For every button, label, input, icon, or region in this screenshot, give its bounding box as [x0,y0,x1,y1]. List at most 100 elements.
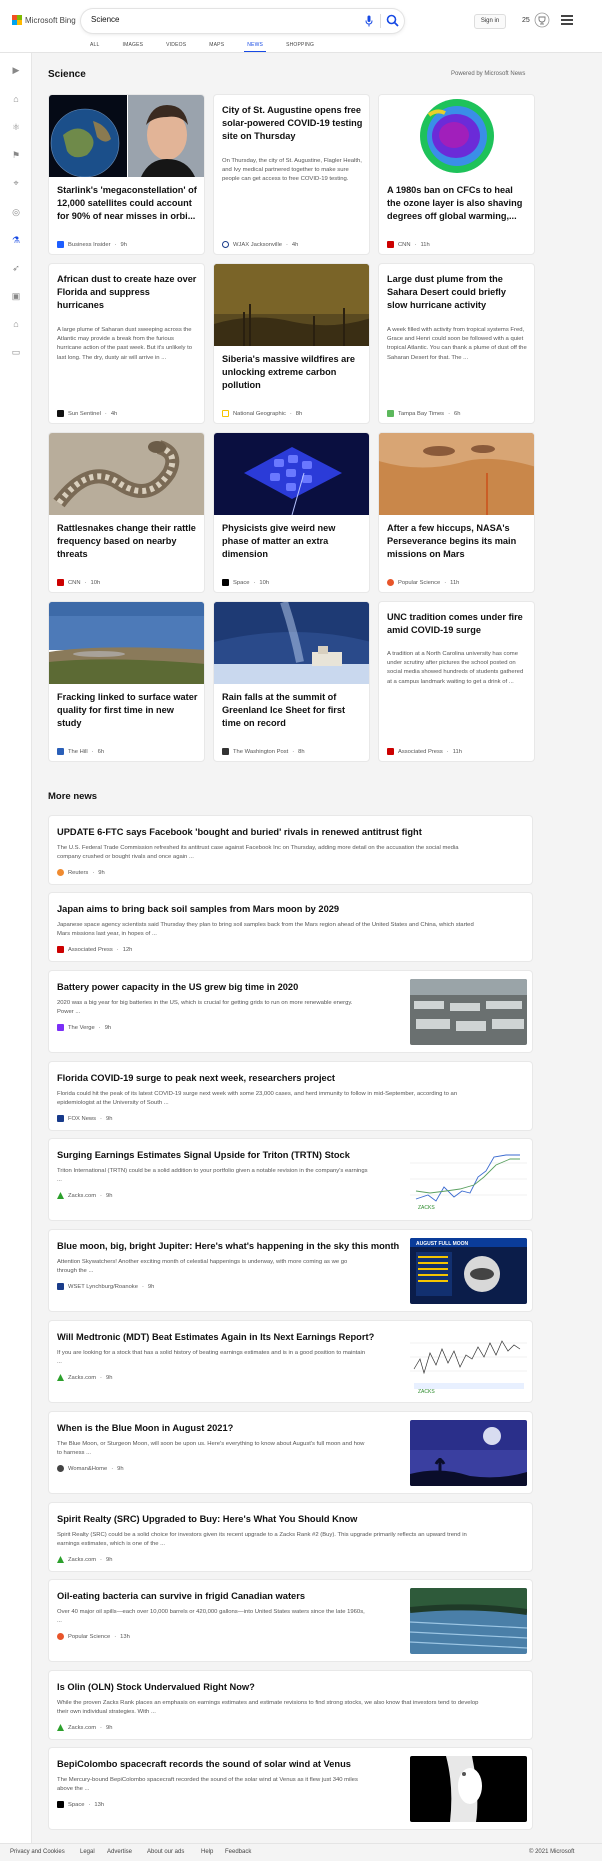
card-title[interactable]: Starlink's 'megaconstellation' of 12,000… [57,184,198,224]
tampa-bay-times-icon [387,410,394,417]
card-title[interactable]: Rattlesnakes change their rattle frequen… [57,522,198,562]
ozone-map-image [379,95,534,177]
national-geographic-icon [222,410,229,417]
news-card[interactable]: Physicists give weird new phase of matte… [213,432,370,593]
card-title[interactable]: A 1980s ban on CFCs to heal the ozone la… [387,184,528,224]
microscope-icon[interactable]: ⚗ [9,233,23,247]
item-title[interactable]: Will Medtronic (MDT) Beat Estimates Agai… [57,1331,374,1343]
card-title[interactable]: Large dust plume from the Sahara Desert … [387,273,528,313]
more-news-item[interactable]: Surging Earnings Estimates Signal Upside… [48,1138,533,1221]
tab-maps[interactable]: MAPS [209,42,224,52]
source-name: Tampa Bay Times [398,410,445,417]
card-title[interactable]: Rain falls at the summit of Greenland Ic… [222,691,363,731]
item-source: FOX News · 9h [57,1115,112,1122]
rocket-icon[interactable]: ➶ [9,261,23,275]
item-title[interactable]: BepiColombo spacecraft records the sound… [57,1758,351,1770]
location-pin-icon[interactable]: ⌖ [9,176,23,190]
home-icon[interactable]: ⌂ [9,92,23,106]
search-icon[interactable] [386,14,399,27]
search-box[interactable]: Science [81,9,404,33]
more-news-item[interactable]: Florida COVID-19 surge to peak next week… [48,1061,533,1131]
footer-link-legal[interactable]: Legal [80,1849,95,1855]
source-time: 11h [450,579,460,586]
tab-shopping[interactable]: SHOPPING [286,42,314,52]
rewards-trophy-icon[interactable] [534,12,550,28]
zacks-watermark: ZACKS [418,1389,435,1395]
card-title[interactable]: UNC tradition comes under fire amid COVI… [387,611,528,637]
science-atom-icon[interactable]: ⚛ [9,120,23,134]
item-title[interactable]: UPDATE 6-FTC says Facebook 'bought and b… [57,826,422,838]
card-title[interactable]: Fracking linked to surface water quality… [57,691,198,731]
item-title[interactable]: Spirit Realty (SRC) Upgraded to Buy: Her… [57,1513,357,1525]
news-card[interactable]: Rattlesnakes change their rattle frequen… [48,432,205,593]
source-name: CNN [398,241,411,248]
more-news-item[interactable]: When is the Blue Moon in August 2021? Th… [48,1411,533,1494]
tab-news[interactable]: NEWS [244,42,266,53]
item-title[interactable]: Battery power capacity in the US grew bi… [57,981,298,993]
news-card[interactable]: A 1980s ban on CFCs to heal the ozone la… [378,94,535,255]
tab-images[interactable]: IMAGES [123,42,144,52]
news-card[interactable]: Fracking linked to surface water quality… [48,601,205,762]
zacks-watermark: ZACKS [418,1205,435,1211]
card-icon[interactable]: ▭ [9,345,23,359]
news-card[interactable]: After a few hiccups, NASA's Perseverance… [378,432,535,593]
news-card[interactable]: Siberia's massive wildfires are unlockin… [213,263,370,424]
full-moon-graphic-thumbnail: AUGUST FULL MOON [410,1238,527,1304]
card-snippet: A week filled with activity from tropica… [387,327,527,361]
news-card[interactable]: African dust to create haze over Florida… [48,263,205,424]
more-news-item[interactable]: UPDATE 6-FTC says Facebook 'bought and b… [48,815,533,885]
footer-link-privacy[interactable]: Privacy and Cookies [10,1849,65,1855]
more-news-item[interactable]: Japan aims to bring back soil samples fr… [48,892,533,962]
card-title[interactable]: City of St. Augustine opens free solar-p… [222,104,363,144]
more-news-item[interactable]: Will Medtronic (MDT) Beat Estimates Agai… [48,1320,533,1403]
news-card[interactable]: City of St. Augustine opens free solar-p… [213,94,370,255]
card-title[interactable]: After a few hiccups, NASA's Perseverance… [387,522,528,562]
tab-all[interactable]: ALL [90,42,100,52]
footer-link-advertise[interactable]: Advertise [107,1849,132,1855]
news-card[interactable]: Starlink's 'megaconstellation' of 12,000… [48,94,205,255]
card-title[interactable]: Physicists give weird new phase of matte… [222,522,363,562]
hamburger-menu-icon[interactable] [561,15,573,25]
bing-logo[interactable]: Microsoft Bing [12,15,76,25]
flag-icon[interactable]: ⚑ [9,148,23,162]
more-news-item[interactable]: Oil-eating bacteria can survive in frigi… [48,1579,533,1662]
item-title[interactable]: Is Olin (OLN) Stock Undervalued Right No… [57,1681,255,1693]
powered-by-label[interactable]: Powered by Microsoft News [451,71,525,77]
more-news-item[interactable]: Spirit Realty (SRC) Upgraded to Buy: Her… [48,1502,533,1572]
news-card[interactable]: UNC tradition comes under fire amid COVI… [378,601,535,762]
news-card[interactable]: Large dust plume from the Sahara Desert … [378,263,535,424]
footer-link-help[interactable]: Help [201,1849,213,1855]
search-input[interactable]: Science [91,15,119,24]
microphone-icon[interactable] [365,15,373,27]
more-news-item[interactable]: Is Olin (OLN) Stock Undervalued Right No… [48,1670,533,1740]
item-title[interactable]: Florida COVID-19 surge to peak next week… [57,1072,335,1084]
footer-link-feedback[interactable]: Feedback [225,1849,251,1855]
item-snippet: Japanese space agency scientists said Th… [57,922,474,938]
more-news-item[interactable]: BepiColombo spacecraft records the sound… [48,1747,533,1830]
source-name: WJAX Jacksonville [233,241,282,248]
more-news-item[interactable]: Blue moon, big, bright Jupiter: Here's w… [48,1229,533,1312]
popular-science-icon [57,1633,64,1640]
tab-videos[interactable]: VIDEOS [166,42,186,52]
card-title[interactable]: Siberia's massive wildfires are unlockin… [222,353,363,393]
item-title[interactable]: Japan aims to bring back soil samples fr… [57,903,339,915]
card-title[interactable]: African dust to create haze over Florida… [57,273,198,313]
item-title[interactable]: When is the Blue Moon in August 2021? [57,1422,233,1434]
sign-in-button[interactable]: Sign in [474,14,506,29]
item-title[interactable]: Oil-eating bacteria can survive in frigi… [57,1590,305,1602]
more-news-item[interactable]: Battery power capacity in the US grew bi… [48,970,533,1053]
item-title[interactable]: Blue moon, big, bright Jupiter: Here's w… [57,1240,399,1252]
news-card[interactable]: Rain falls at the summit of Greenland Ic… [213,601,370,762]
moon-graphic-header: AUGUST FULL MOON [416,1241,469,1247]
wjax-icon [222,241,229,248]
rewards-count[interactable]: 25 [522,17,530,24]
bank-icon[interactable]: ⌂ [9,317,23,331]
the-hill-icon [57,748,64,755]
footer-link-about-ads[interactable]: About our ads [147,1849,184,1855]
item-title[interactable]: Surging Earnings Estimates Signal Upside… [57,1149,350,1161]
expand-rail-icon[interactable]: ▶ [9,63,23,77]
globe-icon[interactable]: ◎ [9,205,23,219]
film-icon[interactable]: ▣ [9,289,23,303]
source-name: CNN [68,579,81,586]
card-snippet: A tradition at a North Carolina universi… [387,651,524,685]
